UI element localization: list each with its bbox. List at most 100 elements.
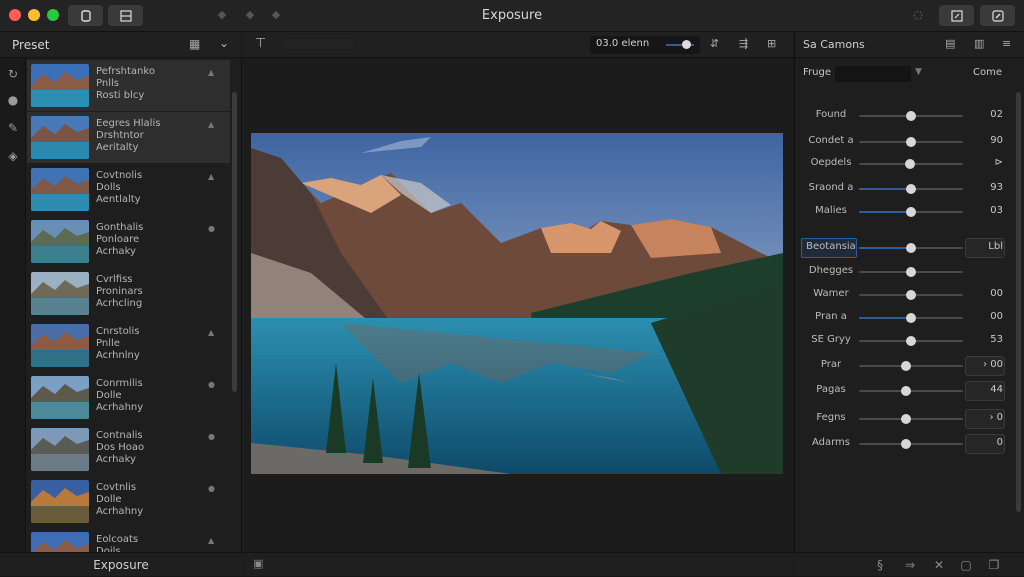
preset-item[interactable]: Cvrlfiss Proninars Acrhcling	[27, 268, 230, 319]
preset-item[interactable]: Covtnlis Dolle Acrhahny ●	[27, 476, 230, 527]
send-icon[interactable]: ⇶	[739, 37, 748, 50]
expand-caret-icon[interactable]: ●	[208, 224, 215, 233]
profile-action[interactable]: Come	[973, 67, 1002, 78]
copy-icon[interactable]: ❐	[986, 557, 1002, 573]
chevron-down-icon[interactable]: ⌄	[219, 36, 229, 50]
slider-knob[interactable]	[906, 184, 916, 194]
adjustment-slider[interactable]	[859, 439, 963, 449]
adjustment-slider[interactable]	[859, 184, 963, 194]
adjustment-slider[interactable]	[859, 336, 963, 346]
expand-caret-icon[interactable]: ▲	[208, 536, 214, 545]
chevron-down-icon[interactable]: ▼	[915, 67, 922, 77]
adjustment-slider[interactable]	[859, 207, 963, 217]
window-title: Exposure	[481, 8, 543, 23]
adjustment-slider[interactable]	[859, 386, 963, 396]
crop-icon[interactable]: ⊤	[255, 36, 266, 51]
preset-line: Conrmilis	[96, 378, 143, 389]
preset-line: Aeritalty	[96, 142, 139, 153]
slider-knob[interactable]	[900, 386, 911, 396]
expand-caret-icon[interactable]: ●	[208, 380, 215, 389]
adjustment-value[interactable]: › 00	[963, 359, 1003, 370]
tag-icon[interactable]: ◈	[5, 148, 21, 164]
adjustment-slider[interactable]	[859, 111, 963, 121]
expand-caret-icon[interactable]: ●	[208, 432, 215, 441]
expand-caret-icon[interactable]: ▲	[208, 120, 214, 129]
slider-knob[interactable]	[900, 361, 911, 371]
info-icon[interactable]: §	[872, 557, 888, 573]
adjustment-value: 90	[990, 135, 1003, 146]
slider-knob[interactable]	[900, 439, 911, 449]
edit-icon	[991, 9, 1004, 22]
expand-caret-icon[interactable]: ▲	[208, 172, 214, 181]
person-icon[interactable]: ●	[5, 92, 21, 108]
adjustment-slider[interactable]	[859, 361, 963, 371]
preset-thumbnail	[31, 116, 89, 159]
expand-caret-icon[interactable]: ▲	[208, 68, 214, 77]
adjustment-slider[interactable]	[859, 267, 963, 277]
grid-view-icon[interactable]: ▦	[189, 37, 200, 51]
adjustment-label: Dhegges	[808, 265, 854, 276]
preset-item[interactable]: Conrmilis Dolle Acrhahny ●	[27, 372, 230, 423]
preset-line: Acrhaky	[96, 454, 136, 465]
profile-select[interactable]	[835, 66, 911, 82]
slider-knob[interactable]	[906, 243, 916, 253]
adjustment-slider[interactable]	[859, 137, 963, 147]
adjustment-slider[interactable]	[859, 414, 963, 424]
adjustments-scrollbar[interactable]	[1016, 92, 1021, 512]
grid-icon[interactable]: ⊞	[767, 37, 776, 50]
slider-knob[interactable]	[900, 414, 911, 424]
preset-item[interactable]: Pefrshtanko Pnlls Rosti blcy ▲	[27, 60, 230, 111]
rotate-icon[interactable]: ↻	[5, 66, 21, 82]
preset-item[interactable]: Contnalis Dos Hoao Acrhaky ●	[27, 424, 230, 475]
adjustment-label: Found	[815, 109, 847, 120]
adjustment-slider[interactable]	[859, 313, 963, 323]
menu-icon[interactable]: ≡	[1002, 37, 1011, 50]
arrow-icon[interactable]: ⇒	[902, 557, 918, 573]
brush-icon[interactable]: ✎	[5, 120, 21, 136]
export-button[interactable]	[939, 5, 974, 26]
slider-knob[interactable]	[906, 267, 916, 277]
close-icon[interactable]: ✕	[931, 557, 947, 573]
slider-knob[interactable]	[906, 111, 916, 121]
zoom-control[interactable]: 03.0 elenn	[590, 36, 700, 54]
adjustment-value[interactable]: 44	[963, 384, 1003, 395]
slider-knob[interactable]	[906, 290, 916, 300]
profile-row: Fruge ▼ Come	[795, 64, 1009, 84]
panel-icon[interactable]: ▤	[945, 37, 955, 50]
canvas-area: ⊤ 03.0 elenn ⇵ ⇶ ⊞	[243, 32, 793, 552]
preset-item[interactable]: Eegres Hlalis Drshtntor Aeritalty ▲	[27, 112, 230, 163]
list-icon[interactable]: ▥	[974, 37, 984, 50]
adjustment-value[interactable]: Lbl	[963, 241, 1003, 252]
preset-line: Acrhahny	[96, 402, 144, 413]
slider-knob[interactable]	[906, 207, 916, 217]
expand-caret-icon[interactable]: ●	[208, 484, 215, 493]
adjustment-row: Pagas 44	[795, 381, 1009, 401]
adjustment-row: Prar › 00	[795, 356, 1009, 376]
adjustment-slider[interactable]	[859, 159, 963, 169]
app-window: ◆ ◆ ◆ Exposure ◌ Preset ▦ ⌄ ↻ ● ✎ ◈ Pefr…	[0, 0, 1024, 576]
compare-icon[interactable]: ⇵	[710, 37, 719, 50]
adjustment-slider[interactable]	[859, 243, 963, 253]
adjustment-value[interactable]: 0	[963, 437, 1003, 448]
photo-canvas[interactable]	[251, 133, 783, 474]
preset-scrollbar[interactable]	[232, 92, 237, 392]
expand-caret-icon[interactable]: ▲	[208, 328, 214, 337]
preset-item[interactable]: Gonthalis Ponloare Acrhaky ●	[27, 216, 230, 267]
zoom-label: 03.0 elenn	[596, 38, 650, 49]
adjustment-label: Beotansia	[806, 241, 856, 252]
edit-button[interactable]	[980, 5, 1015, 26]
window-icon[interactable]: ▢	[958, 557, 974, 573]
preset-item[interactable]: Covtnolis Dolls Aentlalty ▲	[27, 164, 230, 215]
slider-knob[interactable]	[906, 336, 916, 346]
adjustment-value[interactable]: › 0	[963, 412, 1003, 423]
slider-knob[interactable]	[904, 159, 915, 169]
preset-line: Dolle	[96, 494, 122, 505]
adjustment-slider[interactable]	[859, 290, 963, 300]
preset-item[interactable]: Cnrstolis Pnlle Acrhnlny ▲	[27, 320, 230, 371]
zoom-knob[interactable]	[681, 40, 691, 49]
slider-knob[interactable]	[906, 137, 916, 147]
adjustment-label: Wamer	[813, 288, 849, 299]
thumbnail-toggle-icon[interactable]: ▣	[253, 557, 263, 570]
preset-item[interactable]: Eolcoats Doils ▲	[27, 528, 230, 552]
slider-knob[interactable]	[906, 313, 916, 323]
